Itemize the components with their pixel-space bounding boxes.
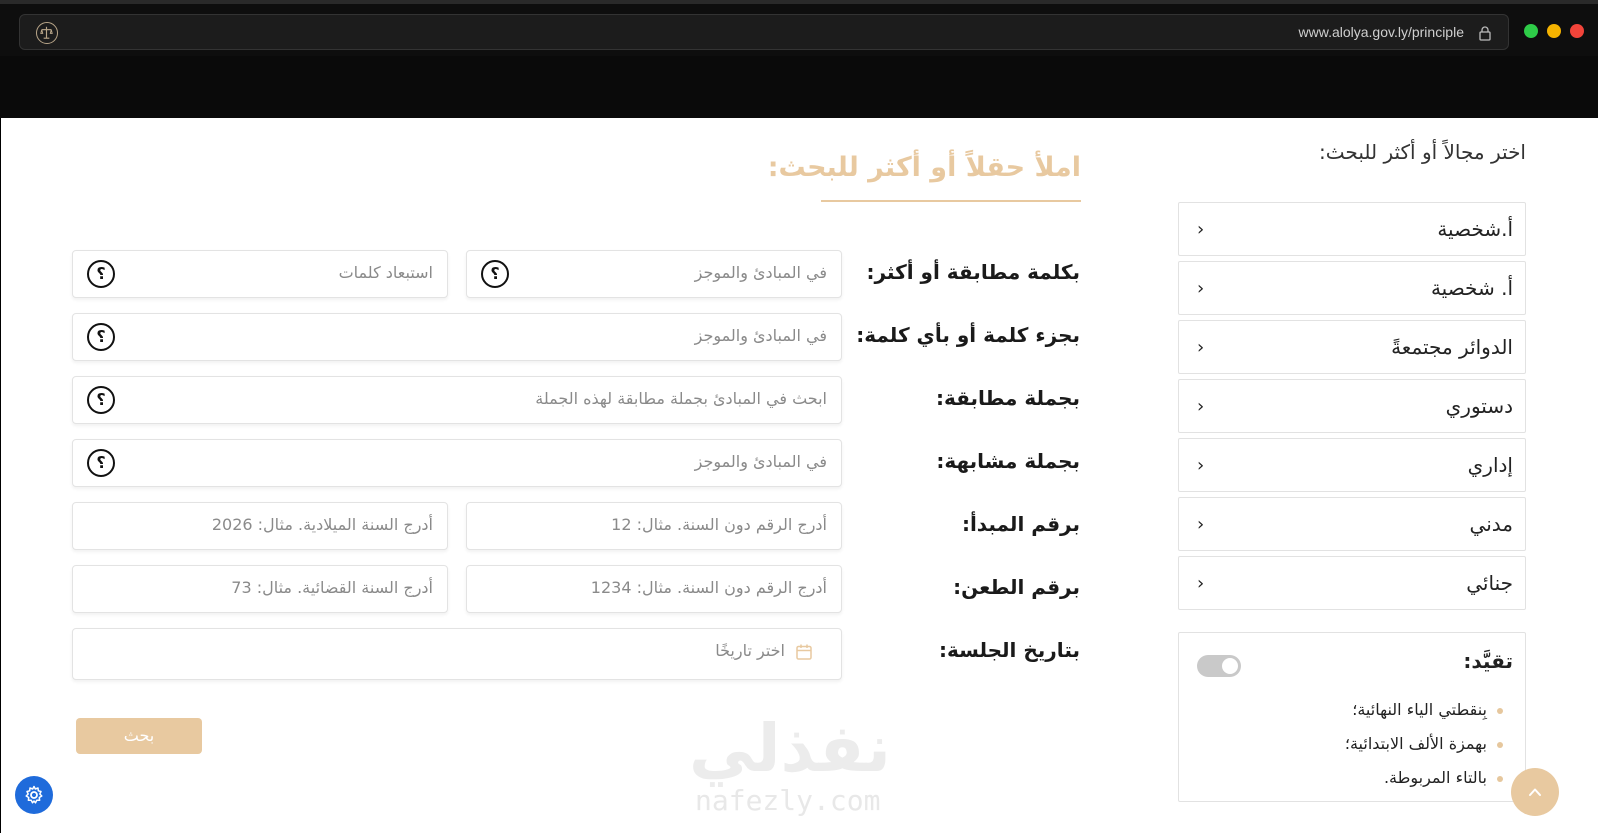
sidebar-title: اختر مجالاً أو أكثر للبحث: (1319, 140, 1526, 164)
site-logo-icon (36, 22, 58, 44)
chevron-left-icon: ‹ (1197, 336, 1205, 358)
chevron-left-icon: ‹ (1197, 454, 1205, 476)
category-item-civil[interactable]: مدني ‹ (1178, 497, 1526, 551)
placeholder: أدرج السنة القضائية. مثال: 73 (231, 578, 433, 597)
address-bar[interactable]: www.alolya.gov.ly/principle (19, 14, 1509, 50)
session-date-input[interactable]: اختر تاريخًا (72, 628, 842, 680)
window-minimize-button[interactable] (1547, 24, 1561, 38)
category-item-combined-circuits[interactable]: الدوائر مجتمعةً ‹ (1178, 320, 1526, 374)
category-item-constitutional[interactable]: دستوري ‹ (1178, 379, 1526, 433)
field-label: بجزء كلمة أو بأي كلمة: (856, 323, 1080, 347)
field-label: بجملة مشابهة: (936, 449, 1080, 473)
search-button[interactable]: بحث (76, 718, 202, 754)
calendar-icon (795, 643, 813, 661)
window-close-button[interactable] (1570, 24, 1584, 38)
arrow-up-icon (1529, 788, 1541, 796)
category-label: أ. شخصية (1430, 276, 1513, 300)
restriction-item: بهمزة الألف الابتدائية؛ (1345, 727, 1504, 761)
category-item-personal-status-1[interactable]: أ.شخصية ‹ (1178, 202, 1526, 256)
browser-chrome: www.alolya.gov.ly/principle (0, 0, 1598, 56)
exact-word-input[interactable]: في المبادئ والموجز ؟ (466, 250, 842, 298)
field-label: بكلمة مطابقة أو أكثر: (866, 260, 1080, 284)
category-label: أ.شخصية (1437, 217, 1513, 241)
similar-phrase-input[interactable]: في المبادئ والموجز ؟ (72, 439, 842, 487)
chevron-left-icon: ‹ (1197, 513, 1205, 535)
placeholder: ابحث في المبادئ بجملة مطابقة لهذه الجملة (535, 389, 827, 408)
restriction-list: بِنقطتي الياء النهائية؛ بهمزة الألف الاب… (1345, 693, 1504, 795)
session-date-row: بتاريخ الجلسة: اختر تاريخًا (72, 628, 1080, 680)
watermark-arabic: نفذلي (689, 710, 893, 787)
placeholder: أدرج الرقم دون السنة. مثال: 1234 (590, 578, 827, 597)
help-icon[interactable]: ؟ (87, 323, 115, 351)
lock-icon (1478, 25, 1492, 41)
restriction-item: بِنقطتي الياء النهائية؛ (1345, 693, 1504, 727)
appeal-year-input[interactable]: أدرج السنة القضائية. مثال: 73 (72, 565, 448, 613)
partial-word-input[interactable]: في المبادئ والموجز ؟ (72, 313, 842, 361)
restriction-item: بالتاء المربوطة. (1345, 761, 1504, 795)
category-label: إداري (1467, 453, 1513, 477)
field-label: برقم الطعن: (953, 575, 1080, 599)
placeholder: استبعاد كلمات (338, 263, 433, 282)
settings-button[interactable] (15, 776, 53, 814)
watermark-latin: nafezly.com (695, 784, 881, 817)
field-label: بجملة مطابقة: (936, 386, 1080, 410)
appeal-number-row: برقم الطعن: أدرج الرقم دون السنة. مثال: … (72, 565, 1080, 615)
placeholder: أدرج الرقم دون السنة. مثال: 12 (611, 515, 827, 534)
principle-number-row: برقم المبدأ: أدرج الرقم دون السنة. مثال:… (72, 502, 1080, 552)
exact-word-row: بكلمة مطابقة أو أكثر: في المبادئ والموجز… (72, 250, 1080, 300)
chevron-left-icon: ‹ (1197, 572, 1205, 594)
form-title-underline (821, 200, 1081, 202)
help-icon[interactable]: ؟ (481, 260, 509, 288)
principle-year-input[interactable]: أدرج السنة الميلادية. مثال: 2026 (72, 502, 448, 550)
site-header-bar (0, 56, 1598, 118)
help-icon[interactable]: ؟ (87, 386, 115, 414)
category-item-personal-status-2[interactable]: أ. شخصية ‹ (1178, 261, 1526, 315)
restriction-panel: تقيَّد: بِنقطتي الياء النهائية؛ بهمزة ال… (1178, 632, 1526, 802)
exact-phrase-input[interactable]: ابحث في المبادئ بجملة مطابقة لهذه الجملة… (72, 376, 842, 424)
search-page: اختر مجالاً أو أكثر للبحث: أ.شخصية ‹ أ. … (1, 118, 1598, 833)
placeholder: أدرج السنة الميلادية. مثال: 2026 (211, 515, 433, 534)
help-icon[interactable]: ؟ (87, 260, 115, 288)
form-title: املأ حقلاً أو أكثر للبحث: (767, 152, 1081, 183)
window-maximize-button[interactable] (1524, 24, 1538, 38)
category-label: الدوائر مجتمعةً (1391, 335, 1513, 359)
gear-icon (25, 785, 43, 804)
category-label: مدني (1469, 512, 1513, 536)
placeholder: اختر تاريخًا (715, 641, 785, 660)
chevron-left-icon: ‹ (1197, 277, 1205, 299)
scroll-to-top-button[interactable] (1511, 768, 1559, 816)
exact-phrase-row: بجملة مطابقة: ابحث في المبادئ بجملة مطاب… (72, 376, 1080, 426)
help-icon[interactable]: ؟ (87, 449, 115, 477)
similar-phrase-row: بجملة مشابهة: في المبادئ والموجز ؟ (72, 439, 1080, 489)
partial-word-row: بجزء كلمة أو بأي كلمة: في المبادئ والموج… (72, 313, 1080, 363)
exclude-words-input[interactable]: استبعاد كلمات ؟ (72, 250, 448, 298)
category-item-criminal[interactable]: جنائي ‹ (1178, 556, 1526, 610)
chevron-left-icon: ‹ (1197, 395, 1205, 417)
placeholder: في المبادئ والموجز (694, 452, 827, 471)
category-list: أ.شخصية ‹ أ. شخصية ‹ الدوائر مجتمعةً ‹ د… (1178, 202, 1526, 615)
category-label: دستوري (1445, 394, 1513, 418)
field-label: برقم المبدأ: (961, 512, 1080, 536)
placeholder: في المبادئ والموجز (694, 263, 827, 282)
url-text[interactable]: www.alolya.gov.ly/principle (1299, 24, 1464, 40)
chevron-left-icon: ‹ (1197, 218, 1205, 240)
restriction-toggle[interactable] (1197, 655, 1241, 677)
category-label: جنائي (1466, 571, 1513, 595)
placeholder: في المبادئ والموجز (694, 326, 827, 345)
category-item-administrative[interactable]: إداري ‹ (1178, 438, 1526, 492)
principle-number-input[interactable]: أدرج الرقم دون السنة. مثال: 12 (466, 502, 842, 550)
field-label: بتاريخ الجلسة: (938, 638, 1080, 662)
appeal-number-input[interactable]: أدرج الرقم دون السنة. مثال: 1234 (466, 565, 842, 613)
restriction-title: تقيَّد: (1463, 649, 1513, 673)
